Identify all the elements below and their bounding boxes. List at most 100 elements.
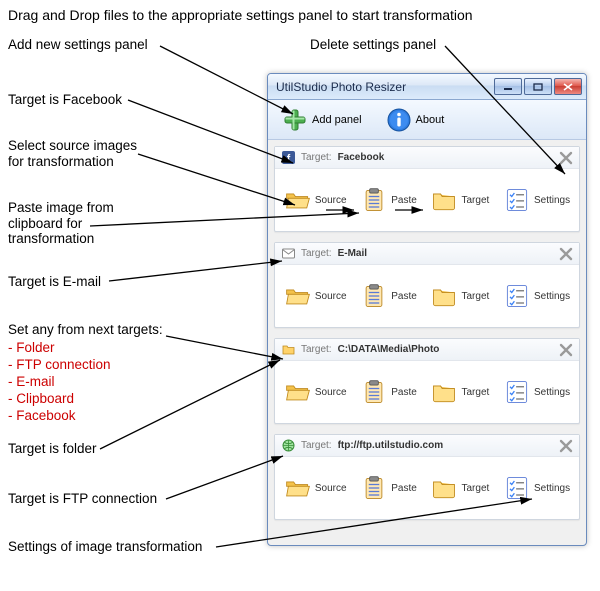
anno-settings: Settings of image transformation xyxy=(8,539,202,555)
paste-label: Paste xyxy=(391,483,417,494)
anno-delete-panel: Delete settings panel xyxy=(310,37,436,53)
clipboard-icon xyxy=(360,474,388,502)
panel-body: Source Paste Target Settings xyxy=(275,169,579,231)
email-icon xyxy=(281,247,295,261)
paste-button[interactable]: Paste xyxy=(360,282,417,310)
paste-button[interactable]: Paste xyxy=(360,378,417,406)
panel-header: Target: C:\DATA\Media\Photo xyxy=(275,339,579,361)
folder-icon xyxy=(430,378,458,406)
panel-delete-button[interactable] xyxy=(559,247,573,261)
settings-button[interactable]: Settings xyxy=(503,282,570,310)
target-label: Target xyxy=(461,387,489,398)
settings-label: Settings xyxy=(534,291,570,302)
checklist-icon xyxy=(503,474,531,502)
paste-label: Paste xyxy=(391,291,417,302)
source-button[interactable]: Source xyxy=(284,378,347,406)
folder-open-icon xyxy=(284,282,312,310)
about-label: About xyxy=(416,114,445,126)
settings-panel[interactable]: Target: ftp://ftp.utilstudio.com Source … xyxy=(274,434,580,520)
source-button[interactable]: Source xyxy=(284,186,347,214)
panel-target-label: Target: xyxy=(301,152,332,163)
settings-panel[interactable]: Target: C:\DATA\Media\Photo Source Paste… xyxy=(274,338,580,424)
panel-target-value: C:\DATA\Media\Photo xyxy=(338,344,553,355)
panel-delete-button[interactable] xyxy=(559,151,573,165)
anno-target-facebook: Target is Facebook xyxy=(8,92,122,108)
settings-label: Settings xyxy=(534,195,570,206)
target-button[interactable]: Target xyxy=(430,186,489,214)
settings-button[interactable]: Settings xyxy=(503,474,570,502)
target-button[interactable]: Target xyxy=(430,474,489,502)
folder-icon xyxy=(281,343,295,357)
anno-set-target-3: - Clipboard xyxy=(8,391,74,407)
add-panel-label: Add panel xyxy=(312,114,362,126)
titlebar[interactable]: UtilStudio Photo Resizer xyxy=(268,74,586,100)
clipboard-icon xyxy=(360,186,388,214)
panel-target-value: E-Mail xyxy=(338,248,553,259)
settings-button[interactable]: Settings xyxy=(503,186,570,214)
settings-button[interactable]: Settings xyxy=(503,378,570,406)
maximize-button[interactable] xyxy=(524,78,552,95)
anno-select-source: Select source images for transformation xyxy=(8,138,137,169)
toolbar: Add panel About xyxy=(268,100,586,140)
source-label: Source xyxy=(315,387,347,398)
source-button[interactable]: Source xyxy=(284,474,347,502)
folder-open-icon xyxy=(284,186,312,214)
panel-body: Source Paste Target Settings xyxy=(275,457,579,519)
source-label: Source xyxy=(315,483,347,494)
panel-body: Source Paste Target Settings xyxy=(275,361,579,423)
headline: Drag and Drop files to the appropriate s… xyxy=(8,7,473,23)
plus-icon xyxy=(282,107,308,133)
anno-add-panel: Add new settings panel xyxy=(8,37,148,53)
settings-panel[interactable]: f Target: Facebook Source Paste Target S… xyxy=(274,146,580,232)
settings-panel[interactable]: Target: E-Mail Source Paste Target Setti… xyxy=(274,242,580,328)
target-label: Target xyxy=(461,291,489,302)
paste-button[interactable]: Paste xyxy=(360,186,417,214)
folder-icon xyxy=(430,474,458,502)
checklist-icon xyxy=(503,378,531,406)
paste-button[interactable]: Paste xyxy=(360,474,417,502)
panel-target-label: Target: xyxy=(301,344,332,355)
checklist-icon xyxy=(503,282,531,310)
clipboard-icon xyxy=(360,282,388,310)
facebook-icon: f xyxy=(281,151,295,165)
settings-label: Settings xyxy=(534,387,570,398)
anno-target-ftp: Target is FTP connection xyxy=(8,491,157,507)
anno-paste: Paste image from clipboard for transform… xyxy=(8,200,114,247)
panel-header: Target: ftp://ftp.utilstudio.com xyxy=(275,435,579,457)
anno-set-target-4: - Facebook xyxy=(8,408,76,424)
paste-label: Paste xyxy=(391,195,417,206)
anno-set-target-0: - Folder xyxy=(8,340,55,356)
about-button[interactable]: About xyxy=(380,105,451,135)
panel-header: Target: E-Mail xyxy=(275,243,579,265)
panel-delete-button[interactable] xyxy=(559,439,573,453)
panels-container: f Target: Facebook Source Paste Target S… xyxy=(268,140,586,536)
target-label: Target xyxy=(461,483,489,494)
folder-icon xyxy=(430,186,458,214)
panel-target-label: Target: xyxy=(301,248,332,259)
anno-target-email: Target is E-mail xyxy=(8,274,101,290)
anno-set-target-1: - FTP connection xyxy=(8,357,111,373)
folder-open-icon xyxy=(284,474,312,502)
info-icon xyxy=(386,107,412,133)
window-title: UtilStudio Photo Resizer xyxy=(276,80,494,94)
settings-label: Settings xyxy=(534,483,570,494)
close-button[interactable] xyxy=(554,78,582,95)
anno-set-targets-header: Set any from next targets: xyxy=(8,322,163,338)
panel-body: Source Paste Target Settings xyxy=(275,265,579,327)
panel-target-value: Facebook xyxy=(338,152,553,163)
ftp-icon xyxy=(281,439,295,453)
target-label: Target xyxy=(461,195,489,206)
app-window: UtilStudio Photo Resizer Add panel About… xyxy=(267,73,587,546)
folder-open-icon xyxy=(284,378,312,406)
target-button[interactable]: Target xyxy=(430,378,489,406)
target-button[interactable]: Target xyxy=(430,282,489,310)
add-panel-button[interactable]: Add panel xyxy=(276,105,368,135)
panel-target-label: Target: xyxy=(301,440,332,451)
source-button[interactable]: Source xyxy=(284,282,347,310)
anno-set-target-2: - E-mail xyxy=(8,374,55,390)
panel-delete-button[interactable] xyxy=(559,343,573,357)
source-label: Source xyxy=(315,291,347,302)
folder-icon xyxy=(430,282,458,310)
panel-header: f Target: Facebook xyxy=(275,147,579,169)
minimize-button[interactable] xyxy=(494,78,522,95)
